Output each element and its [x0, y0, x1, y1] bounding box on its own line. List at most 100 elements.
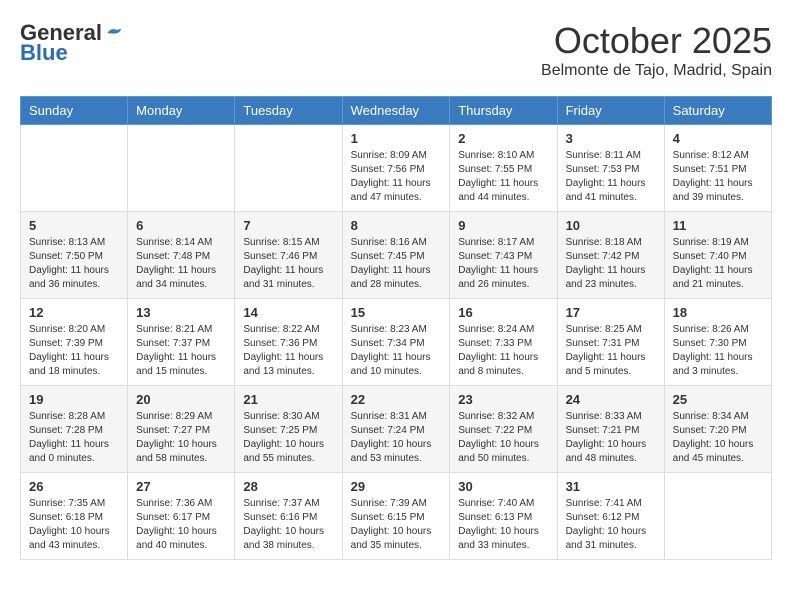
calendar-cell: 10 Sunrise: 8:18 AMSunset: 7:42 PMDayligh…	[557, 212, 664, 299]
day-number: 6	[136, 218, 226, 233]
calendar-cell: 1 Sunrise: 8:09 AMSunset: 7:56 PMDaylight…	[342, 125, 450, 212]
calendar-cell: 8 Sunrise: 8:16 AMSunset: 7:45 PMDaylight…	[342, 212, 450, 299]
day-number: 15	[351, 305, 442, 320]
day-info: Sunrise: 8:31 AMSunset: 7:24 PMDaylight:…	[351, 410, 442, 466]
day-info: Sunrise: 8:09 AMSunset: 7:56 PMDaylight:…	[351, 149, 442, 205]
day-info: Sunrise: 8:29 AMSunset: 7:27 PMDaylight:…	[136, 410, 226, 466]
calendar-cell: 2 Sunrise: 8:10 AMSunset: 7:55 PMDaylight…	[450, 125, 557, 212]
day-number: 28	[243, 479, 333, 494]
day-number: 26	[29, 479, 119, 494]
day-number: 30	[458, 479, 548, 494]
calendar-cell: 26 Sunrise: 7:35 AMSunset: 6:18 PMDayligh…	[21, 473, 128, 560]
day-info: Sunrise: 8:25 AMSunset: 7:31 PMDaylight:…	[566, 323, 656, 379]
day-number: 12	[29, 305, 119, 320]
day-header-thursday: Thursday	[450, 97, 557, 125]
day-number: 31	[566, 479, 656, 494]
calendar-cell: 12Sunrise: 8:20 AMSunset: 7:39 PMDayligh…	[21, 299, 128, 386]
calendar-cell: 30 Sunrise: 7:40 AMSunset: 6:13 PMDayligh…	[450, 473, 557, 560]
day-number: 20	[136, 392, 226, 407]
location: Belmonte de Tajo, Madrid, Spain	[541, 62, 772, 80]
day-info: Sunrise: 8:15 AMSunset: 7:46 PMDaylight:…	[243, 236, 333, 292]
day-number: 27	[136, 479, 226, 494]
day-info: Sunrise: 7:36 AMSunset: 6:17 PMDaylight:…	[136, 497, 226, 553]
day-header-wednesday: Wednesday	[342, 97, 450, 125]
day-number: 22	[351, 392, 442, 407]
day-info: Sunrise: 7:35 AMSunset: 6:18 PMDaylight:…	[29, 497, 119, 553]
calendar-cell: 9 Sunrise: 8:17 AMSunset: 7:43 PMDaylight…	[450, 212, 557, 299]
day-info: Sunrise: 8:26 AMSunset: 7:30 PMDaylight:…	[673, 323, 763, 379]
calendar-cell	[21, 125, 128, 212]
calendar-week-row: 12Sunrise: 8:20 AMSunset: 7:39 PMDayligh…	[21, 299, 772, 386]
calendar-cell: 27 Sunrise: 7:36 AMSunset: 6:17 PMDayligh…	[128, 473, 235, 560]
calendar-cell: 23 Sunrise: 8:32 AMSunset: 7:22 PMDayligh…	[450, 386, 557, 473]
calendar-cell: 24 Sunrise: 8:33 AMSunset: 7:21 PMDayligh…	[557, 386, 664, 473]
day-info: Sunrise: 8:19 AMSunset: 7:40 PMDaylight:…	[673, 236, 763, 292]
day-info: Sunrise: 8:23 AMSunset: 7:34 PMDaylight:…	[351, 323, 442, 379]
calendar-cell	[664, 473, 771, 560]
day-number: 10	[566, 218, 656, 233]
calendar-cell: 17Sunrise: 8:25 AMSunset: 7:31 PMDayligh…	[557, 299, 664, 386]
day-info: Sunrise: 8:21 AMSunset: 7:37 PMDaylight:…	[136, 323, 226, 379]
day-number: 2	[458, 131, 548, 146]
calendar-cell: 3 Sunrise: 8:11 AMSunset: 7:53 PMDaylight…	[557, 125, 664, 212]
day-info: Sunrise: 8:17 AMSunset: 7:43 PMDaylight:…	[458, 236, 548, 292]
day-number: 13	[136, 305, 226, 320]
day-header-saturday: Saturday	[664, 97, 771, 125]
day-number: 4	[673, 131, 763, 146]
day-info: Sunrise: 7:40 AMSunset: 6:13 PMDaylight:…	[458, 497, 548, 553]
day-header-sunday: Sunday	[21, 97, 128, 125]
day-number: 1	[351, 131, 442, 146]
day-number: 8	[351, 218, 442, 233]
calendar-cell: 6 Sunrise: 8:14 AMSunset: 7:48 PMDaylight…	[128, 212, 235, 299]
day-number: 21	[243, 392, 333, 407]
calendar-week-row: 5Sunrise: 8:13 AMSunset: 7:50 PMDaylight…	[21, 212, 772, 299]
day-info: Sunrise: 7:41 AMSunset: 6:12 PMDaylight:…	[566, 497, 656, 553]
calendar-cell	[235, 125, 342, 212]
title-section: October 2025 Belmonte de Tajo, Madrid, S…	[541, 20, 772, 80]
calendar-cell: 14Sunrise: 8:22 AMSunset: 7:36 PMDayligh…	[235, 299, 342, 386]
day-number: 25	[673, 392, 763, 407]
day-info: Sunrise: 8:16 AMSunset: 7:45 PMDaylight:…	[351, 236, 442, 292]
day-info: Sunrise: 7:39 AMSunset: 6:15 PMDaylight:…	[351, 497, 442, 553]
calendar-cell: 4Sunrise: 8:12 AMSunset: 7:51 PMDaylight…	[664, 125, 771, 212]
day-number: 19	[29, 392, 119, 407]
day-number: 29	[351, 479, 442, 494]
logo-blue-text: Blue	[20, 40, 68, 66]
calendar-cell: 21 Sunrise: 8:30 AMSunset: 7:25 PMDayligh…	[235, 386, 342, 473]
day-info: Sunrise: 8:18 AMSunset: 7:42 PMDaylight:…	[566, 236, 656, 292]
day-number: 9	[458, 218, 548, 233]
day-info: Sunrise: 8:32 AMSunset: 7:22 PMDaylight:…	[458, 410, 548, 466]
calendar-cell: 5Sunrise: 8:13 AMSunset: 7:50 PMDaylight…	[21, 212, 128, 299]
day-number: 5	[29, 218, 119, 233]
day-info: Sunrise: 8:33 AMSunset: 7:21 PMDaylight:…	[566, 410, 656, 466]
day-number: 16	[458, 305, 548, 320]
logo: General Blue	[20, 20, 124, 66]
day-number: 18	[673, 305, 763, 320]
day-number: 11	[673, 218, 763, 233]
logo-bird-icon	[104, 23, 124, 43]
calendar-week-row: 26 Sunrise: 7:35 AMSunset: 6:18 PMDayligh…	[21, 473, 772, 560]
calendar-cell: 28 Sunrise: 7:37 AMSunset: 6:16 PMDayligh…	[235, 473, 342, 560]
day-info: Sunrise: 8:14 AMSunset: 7:48 PMDaylight:…	[136, 236, 226, 292]
day-number: 24	[566, 392, 656, 407]
calendar-cell	[128, 125, 235, 212]
day-info: Sunrise: 8:10 AMSunset: 7:55 PMDaylight:…	[458, 149, 548, 205]
page-header: General Blue October 2025 Belmonte de Ta…	[20, 20, 772, 80]
day-info: Sunrise: 8:11 AMSunset: 7:53 PMDaylight:…	[566, 149, 656, 205]
calendar-week-row: 1 Sunrise: 8:09 AMSunset: 7:56 PMDaylight…	[21, 125, 772, 212]
day-info: Sunrise: 8:24 AMSunset: 7:33 PMDaylight:…	[458, 323, 548, 379]
calendar-cell: 15 Sunrise: 8:23 AMSunset: 7:34 PMDayligh…	[342, 299, 450, 386]
calendar-cell: 18 Sunrise: 8:26 AMSunset: 7:30 PMDayligh…	[664, 299, 771, 386]
day-header-monday: Monday	[128, 97, 235, 125]
calendar-cell: 20 Sunrise: 8:29 AMSunset: 7:27 PMDayligh…	[128, 386, 235, 473]
day-number: 3	[566, 131, 656, 146]
calendar-cell: 7Sunrise: 8:15 AMSunset: 7:46 PMDaylight…	[235, 212, 342, 299]
day-info: Sunrise: 7:37 AMSunset: 6:16 PMDaylight:…	[243, 497, 333, 553]
day-info: Sunrise: 8:30 AMSunset: 7:25 PMDaylight:…	[243, 410, 333, 466]
calendar-cell: 11 Sunrise: 8:19 AMSunset: 7:40 PMDayligh…	[664, 212, 771, 299]
day-number: 23	[458, 392, 548, 407]
calendar-cell: 22 Sunrise: 8:31 AMSunset: 7:24 PMDayligh…	[342, 386, 450, 473]
day-number: 14	[243, 305, 333, 320]
calendar-cell: 16 Sunrise: 8:24 AMSunset: 7:33 PMDayligh…	[450, 299, 557, 386]
calendar-header-row: SundayMondayTuesdayWednesdayThursdayFrid…	[21, 97, 772, 125]
